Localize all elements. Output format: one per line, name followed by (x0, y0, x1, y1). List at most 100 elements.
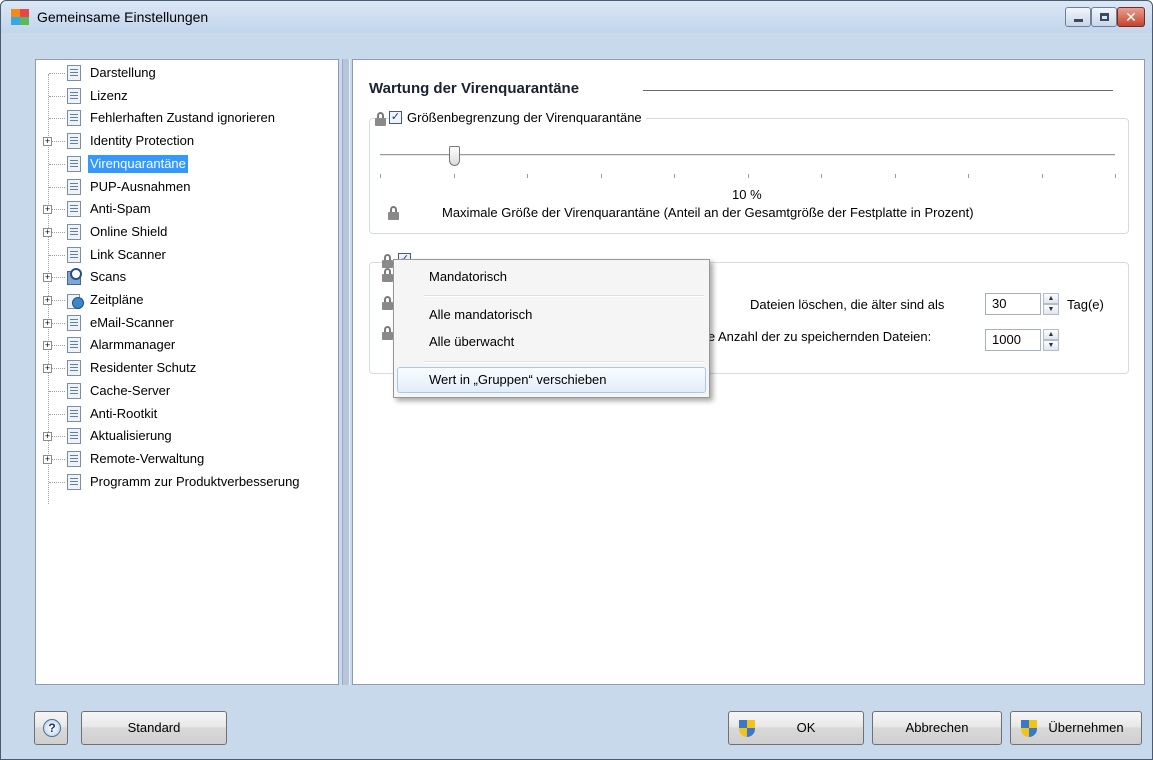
spin-down-icon[interactable]: ▼ (1043, 304, 1059, 315)
expand-icon[interactable]: + (43, 454, 52, 464)
expand-icon[interactable]: + (43, 205, 52, 215)
tree-item[interactable]: Programm zur Produktverbesserung (36, 473, 336, 491)
days-input[interactable]: 30 (985, 293, 1041, 315)
expand-icon[interactable]: + (43, 364, 52, 374)
tree-item-label: Programm zur Produktverbesserung (90, 473, 300, 489)
menu-separator (424, 361, 704, 363)
tree-item[interactable]: + Online Shield (36, 223, 336, 241)
tree-item[interactable]: Lizenz (36, 87, 336, 105)
tree-item-label: Link Scanner (90, 246, 166, 262)
document-icon (67, 201, 81, 218)
lock-icon[interactable] (382, 268, 393, 282)
tree-item[interactable]: + Aktualisierung (36, 427, 336, 445)
cancel-button[interactable]: Abbrechen (872, 711, 1002, 745)
tree-item-label: Remote-Verwaltung (90, 450, 205, 466)
lock-icon[interactable] (382, 296, 393, 310)
expand-icon[interactable]: + (43, 137, 52, 147)
spin-down-icon[interactable]: ▼ (1043, 340, 1059, 351)
expand-icon[interactable]: + (43, 273, 52, 283)
ok-button[interactable]: OK (728, 711, 864, 745)
document-icon (67, 337, 81, 354)
tree-connector-line (49, 118, 65, 120)
document-icon (67, 223, 81, 240)
tree-item[interactable]: + Zeitpläne (36, 291, 336, 309)
lock-icon[interactable] (382, 254, 393, 268)
quarantine-size-slider-track[interactable] (380, 154, 1115, 157)
document-icon (67, 178, 81, 195)
max-files-input[interactable]: 1000 (985, 329, 1041, 351)
tree-item-label: Cache-Server (90, 382, 171, 398)
tree-item[interactable]: + Remote-Verwaltung (36, 450, 336, 468)
spin-up-icon[interactable]: ▲ (1043, 293, 1059, 304)
schedule-icon (67, 292, 84, 309)
document-icon (67, 246, 81, 263)
settings-window: Gemeinsame Einstellungen ✕ Darstellung Li… (0, 0, 1153, 760)
expand-icon[interactable]: + (43, 296, 52, 305)
slider-tick (380, 174, 381, 178)
tree-item-label: Scans (90, 269, 127, 285)
tree-item[interactable]: Link Scanner (36, 246, 336, 264)
max-files-spinner[interactable]: ▲ ▼ (1043, 329, 1059, 351)
days-spinner[interactable]: ▲ ▼ (1043, 293, 1059, 315)
document-icon (67, 473, 81, 490)
minimize-button[interactable] (1065, 7, 1091, 27)
tree-item[interactable]: Fehlerhaften Zustand ignorieren (36, 109, 336, 127)
tree-item[interactable]: + eMail-Scanner (36, 314, 336, 332)
standard-button[interactable]: Standard (81, 711, 227, 745)
tree-item[interactable]: Cache-Server (36, 382, 336, 400)
expand-icon[interactable]: + (43, 318, 52, 328)
expand-icon[interactable]: + (43, 432, 52, 442)
tree-connector-line (49, 95, 65, 97)
tree-connector-line (49, 254, 65, 256)
menu-item-move-to-groups[interactable]: Wert in „Gruppen“ verschieben (397, 367, 706, 393)
menu-item-all-mandatory[interactable]: Alle mandatorisch (397, 302, 706, 328)
slider-tick (1041, 174, 1043, 178)
menu-item-all-monitored[interactable]: Alle überwacht (397, 329, 706, 355)
tree-item[interactable]: Darstellung (36, 64, 336, 82)
document-icon (67, 405, 81, 422)
tree-item-label: Identity Protection (90, 133, 195, 149)
panel-splitter[interactable] (342, 59, 350, 685)
tree-item-label: Virenquarantäne (88, 154, 188, 173)
document-icon (67, 428, 81, 445)
help-icon: ? (43, 719, 61, 737)
expand-icon[interactable]: + (43, 227, 52, 237)
tree-item-label: Alarmmanager (90, 337, 176, 353)
lock-icon[interactable] (382, 326, 393, 340)
tree-item[interactable]: Anti-Rootkit (36, 405, 336, 423)
tree-item[interactable]: + Anti-Spam (36, 200, 336, 218)
tree-item[interactable]: + Scans (36, 268, 336, 286)
tree-item[interactable]: + Identity Protection (36, 132, 336, 150)
settings-tree: Darstellung Lizenz Fehlerhaften Zustand ig… (35, 59, 339, 685)
tree-item[interactable]: + Alarmmanager (36, 336, 336, 354)
tree-connector-line (49, 186, 65, 188)
title-bar[interactable]: Gemeinsame Einstellungen ✕ (1, 1, 1152, 33)
menu-item-mandatory[interactable]: Mandatorisch (397, 264, 706, 290)
help-button[interactable]: ? (34, 711, 68, 745)
tree-item[interactable]: + Residenter Schutz (36, 359, 336, 377)
tree-item-label: Aktualisierung (90, 428, 172, 444)
scan-icon (67, 268, 83, 286)
tree-item[interactable]: PUP-Ausnahmen (36, 178, 336, 196)
close-icon: ✕ (1125, 9, 1137, 25)
section-title: Wartung der Virenquarantäne (369, 80, 580, 97)
slider-value: 10 % (732, 187, 762, 202)
expand-icon[interactable]: + (43, 341, 52, 351)
tree-item-label: PUP-Ausnahmen (90, 178, 191, 194)
spin-up-icon[interactable]: ▲ (1043, 329, 1059, 340)
size-limit-checkbox[interactable]: ✓ (389, 111, 402, 124)
delete-older-label: Dateien löschen, die älter sind als (750, 297, 945, 312)
tree-item-label: Fehlerhaften Zustand ignorieren (90, 110, 276, 126)
avg-logo-icon (11, 9, 29, 25)
max-files-label: le Anzahl der zu speichernden Dateien: (705, 329, 932, 344)
quarantine-size-slider-thumb[interactable] (448, 146, 460, 166)
unlocked-lock-icon[interactable] (375, 112, 386, 126)
lock-icon[interactable] (388, 206, 399, 220)
maximize-button[interactable] (1091, 7, 1117, 27)
apply-button[interactable]: Übernehmen (1010, 711, 1142, 745)
tree-item[interactable]: Virenquarantäne (36, 154, 336, 173)
tree-item-label: Residenter Schutz (90, 360, 197, 376)
document-icon (67, 133, 81, 150)
tree-connector-line (49, 73, 65, 74)
close-button[interactable]: ✕ (1117, 7, 1145, 27)
